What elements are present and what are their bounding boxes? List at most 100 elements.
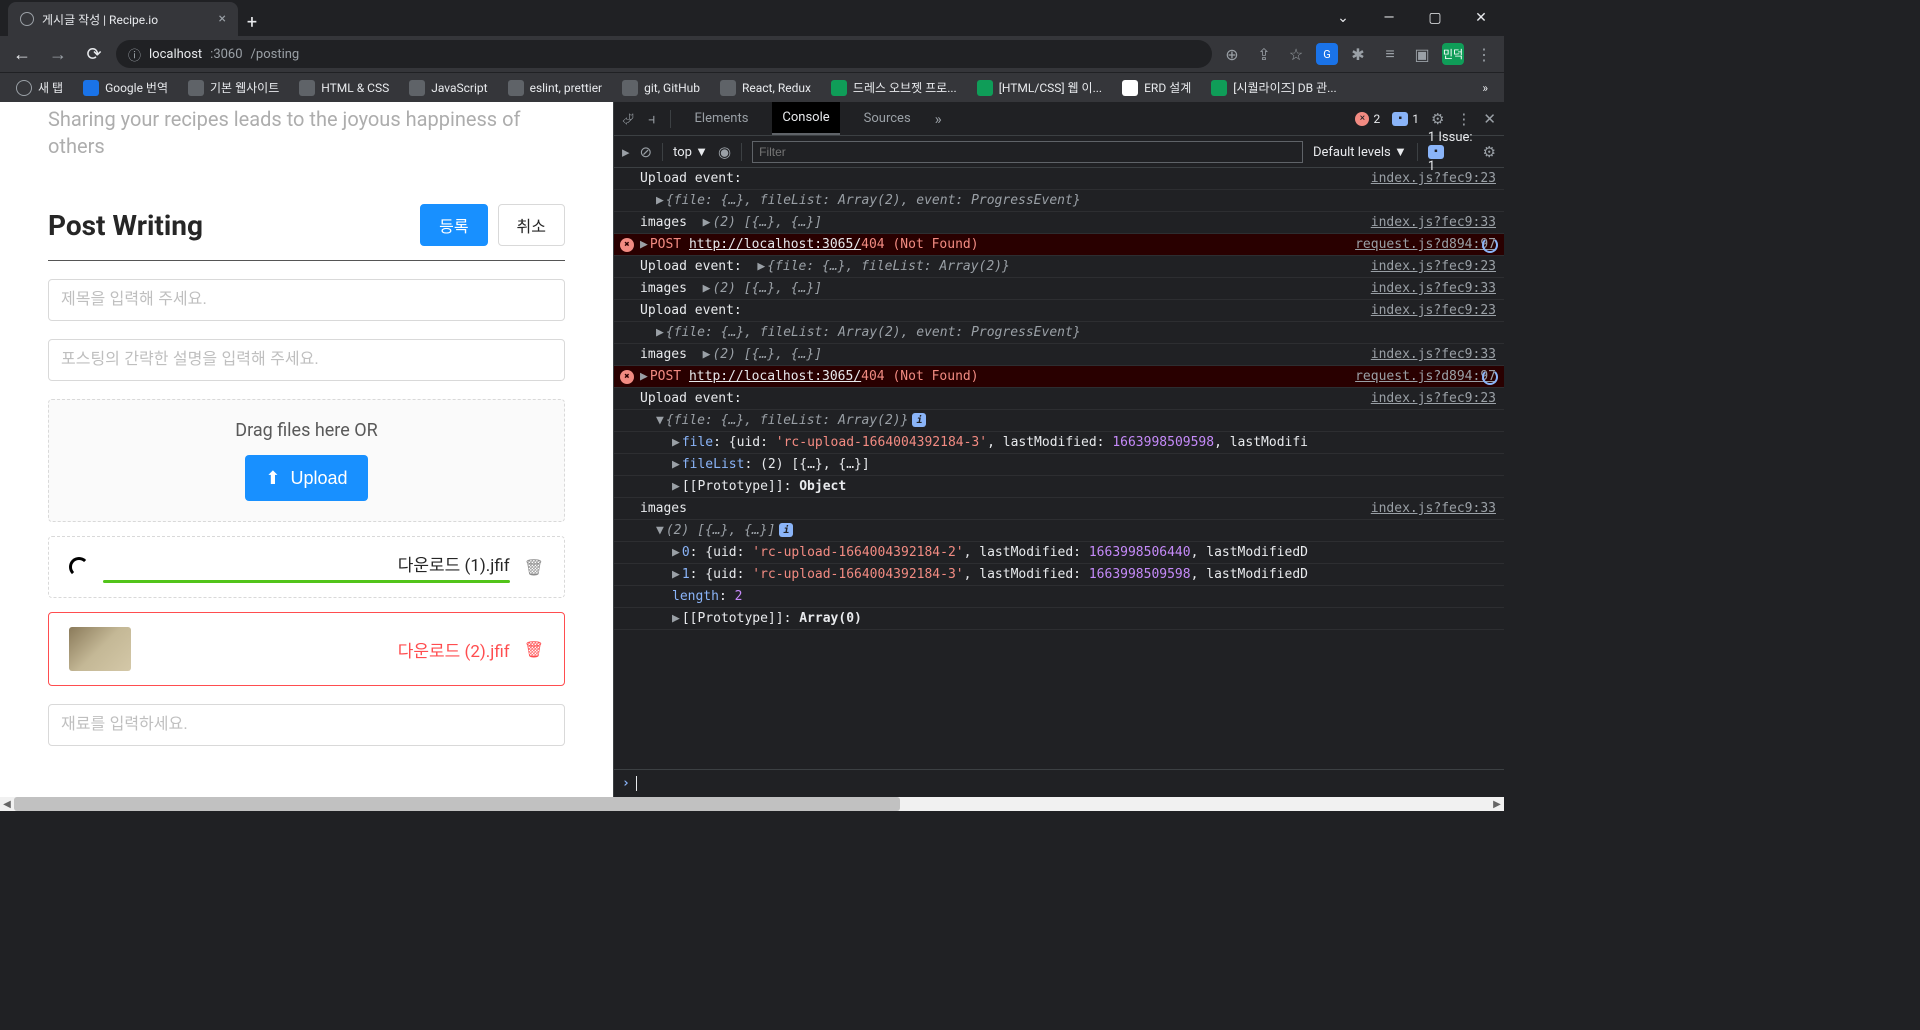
extensions-icon[interactable]: ✱ [1346, 42, 1370, 66]
title-input[interactable] [48, 279, 565, 321]
clear-console-icon[interactable]: ⊘ [640, 143, 653, 161]
browser-tab[interactable]: 게시글 작성 | Recipe.io × [8, 2, 238, 36]
error-count-badge[interactable]: ×2 [1355, 112, 1380, 126]
devtools-pane: ⮰ ⫞ Elements Console Sources » ×2 ▪1 ⚙ ⋮… [613, 102, 1504, 797]
bookmark-item[interactable]: HTML & CSS [291, 76, 397, 100]
address-bar[interactable]: ⓘ localhost:3060/posting [116, 40, 1212, 68]
kebab-icon[interactable]: ⋮ [1456, 110, 1471, 128]
source-link[interactable]: index.js?fec9:23 [1359, 259, 1496, 274]
sidebar-toggle-icon[interactable]: ▸ [622, 143, 630, 161]
context-selector[interactable]: top ▼ [673, 144, 708, 160]
trash-icon[interactable]: 🗑 [524, 558, 544, 577]
reload-button[interactable]: ⟳ [80, 40, 108, 68]
devtools-tab-sources[interactable]: Sources [854, 103, 921, 134]
side-panel-icon[interactable]: ▣ [1410, 42, 1434, 66]
console-log-row: Upload event:index.js?fec9:23 [614, 168, 1504, 190]
console-filter-input[interactable] [752, 141, 1303, 163]
thumbnail [69, 627, 131, 671]
browser-toolbar: ← → ⟳ ⓘ localhost:3060/posting ⊕ ⇪ ☆ G ✱… [0, 36, 1504, 72]
log-levels-selector[interactable]: Default levels ▼ [1313, 144, 1407, 160]
submit-button[interactable]: 등록 [420, 204, 487, 246]
minimize-button[interactable]: — [1366, 0, 1412, 36]
device-toggle-icon[interactable]: ⫞ [648, 110, 656, 128]
reading-list-icon[interactable]: ≡ [1378, 42, 1402, 66]
bookmark-item[interactable]: JavaScript [401, 76, 495, 100]
console-log-row: imagesindex.js?fec9:33 [614, 498, 1504, 520]
source-link[interactable]: index.js?fec9:23 [1359, 303, 1496, 318]
menu-icon[interactable]: ⋮ [1472, 42, 1496, 66]
source-link[interactable]: index.js?fec9:33 [1359, 281, 1496, 296]
upload-progress [103, 580, 510, 583]
message-count-badge[interactable]: ▪1 [1392, 112, 1419, 126]
scrollbar-thumb[interactable] [14, 797, 900, 811]
folder-icon [720, 80, 736, 96]
star-icon[interactable]: ☆ [1284, 42, 1308, 66]
maximize-button[interactable]: ▢ [1412, 0, 1458, 36]
page-heading: Post Writing [48, 209, 203, 242]
scroll-left-icon[interactable]: ◀ [0, 799, 14, 810]
upload-icon: ⬆ [265, 468, 280, 489]
description-input[interactable] [48, 339, 565, 381]
upload-item-error: 다운로드 (2).jfif 🗑 [48, 612, 565, 686]
console-input[interactable]: › [614, 769, 1504, 797]
translate-extension-icon[interactable]: G [1316, 43, 1338, 65]
devtools-tab-elements[interactable]: Elements [685, 103, 759, 134]
eye-icon[interactable]: ◉ [718, 143, 731, 161]
back-button[interactable]: ← [8, 40, 36, 68]
loading-icon [1482, 237, 1498, 253]
upload-button[interactable]: ⬆ Upload [245, 455, 367, 501]
bookmark-item[interactable]: React, Redux [712, 76, 819, 100]
forward-button[interactable]: → [44, 40, 72, 68]
close-icon[interactable]: × [219, 11, 226, 27]
url-host: localhost [149, 47, 202, 62]
console-expanded-row: ▼{file: {…}, fileList: Array(2)}i [614, 410, 1504, 432]
more-tabs-icon[interactable]: » [935, 110, 942, 128]
source-link[interactable]: index.js?fec9:23 [1359, 391, 1496, 406]
info-icon: ⓘ [128, 45, 141, 64]
source-link[interactable]: index.js?fec9:33 [1359, 347, 1496, 362]
bookmark-item[interactable]: git, GitHub [614, 76, 708, 100]
console-error-row: ▶POST http://localhost:3065/ 404 (Not Fo… [614, 366, 1504, 388]
close-devtools-icon[interactable]: ✕ [1483, 110, 1496, 128]
trash-icon[interactable]: 🗑 [524, 640, 544, 659]
bookmark-item[interactable]: 기본 웹사이트 [180, 75, 287, 100]
bookmark-label: [HTML/CSS] 웹 이... [999, 79, 1102, 96]
bookmark-item[interactable]: 드레스 오브젯 프로... [823, 75, 965, 100]
bookmark-label: [시퀄라이즈] DB 관... [1233, 79, 1336, 96]
zoom-icon[interactable]: ⊕ [1220, 42, 1244, 66]
bookmark-item[interactable]: [시퀄라이즈] DB 관... [1203, 75, 1344, 100]
share-icon[interactable]: ⇪ [1252, 42, 1276, 66]
source-link[interactable]: index.js?fec9:33 [1359, 501, 1496, 516]
source-link[interactable]: index.js?fec9:23 [1359, 171, 1496, 186]
source-link[interactable]: index.js?fec9:33 [1359, 215, 1496, 230]
chevron-down-icon[interactable]: ⌄ [1320, 0, 1366, 36]
bookmarks-bar: 새 탭 Google 번역 기본 웹사이트HTML & CSS JavaScript e… [0, 72, 1504, 102]
file-dropzone[interactable]: Drag files here OR ⬆ Upload [48, 399, 565, 522]
scroll-right-icon[interactable]: ▶ [1490, 799, 1504, 810]
new-tab-button[interactable]: + [238, 8, 266, 36]
console-output[interactable]: Upload event:index.js?fec9:23▶{file: {…}… [614, 168, 1504, 769]
bookmark-label: JavaScript [431, 81, 487, 95]
source-link[interactable]: request.js?d894:97 [1343, 369, 1496, 384]
console-expanded-row: ▶fileList: (2) [{…}, {…}] [614, 454, 1504, 476]
cancel-button[interactable]: 취소 [498, 204, 565, 246]
console-settings-icon[interactable]: ⚙ [1483, 143, 1496, 161]
devtools-tab-console[interactable]: Console [772, 102, 839, 135]
bookmark-label: Google 번역 [105, 79, 168, 96]
bookmark-item[interactable]: 새 탭 [8, 75, 71, 100]
bookmark-item[interactable]: eslint, prettier [500, 76, 611, 100]
bookmark-item[interactable]: ERD 설계 [1114, 75, 1199, 100]
issues-label[interactable]: 1 Issue: ▪ 1 [1428, 130, 1473, 174]
horizontal-scrollbar[interactable]: ◀ ▶ [0, 797, 1504, 811]
ingredient-input[interactable] [48, 704, 565, 746]
inspect-icon[interactable]: ⮰ [622, 110, 634, 128]
profile-avatar[interactable]: 민덕 [1442, 43, 1464, 65]
gear-icon[interactable]: ⚙ [1431, 110, 1444, 128]
bookmark-item[interactable]: Google 번역 [75, 75, 176, 100]
folder-icon [299, 80, 315, 96]
page-subtitle: Sharing your recipes leads to the joyous… [48, 102, 565, 160]
source-link[interactable]: request.js?d894:97 [1343, 237, 1496, 252]
bookmark-item[interactable]: [HTML/CSS] 웹 이... [969, 75, 1110, 100]
bookmarks-overflow-icon[interactable]: » [1474, 77, 1496, 99]
close-window-button[interactable]: ✕ [1458, 0, 1504, 36]
